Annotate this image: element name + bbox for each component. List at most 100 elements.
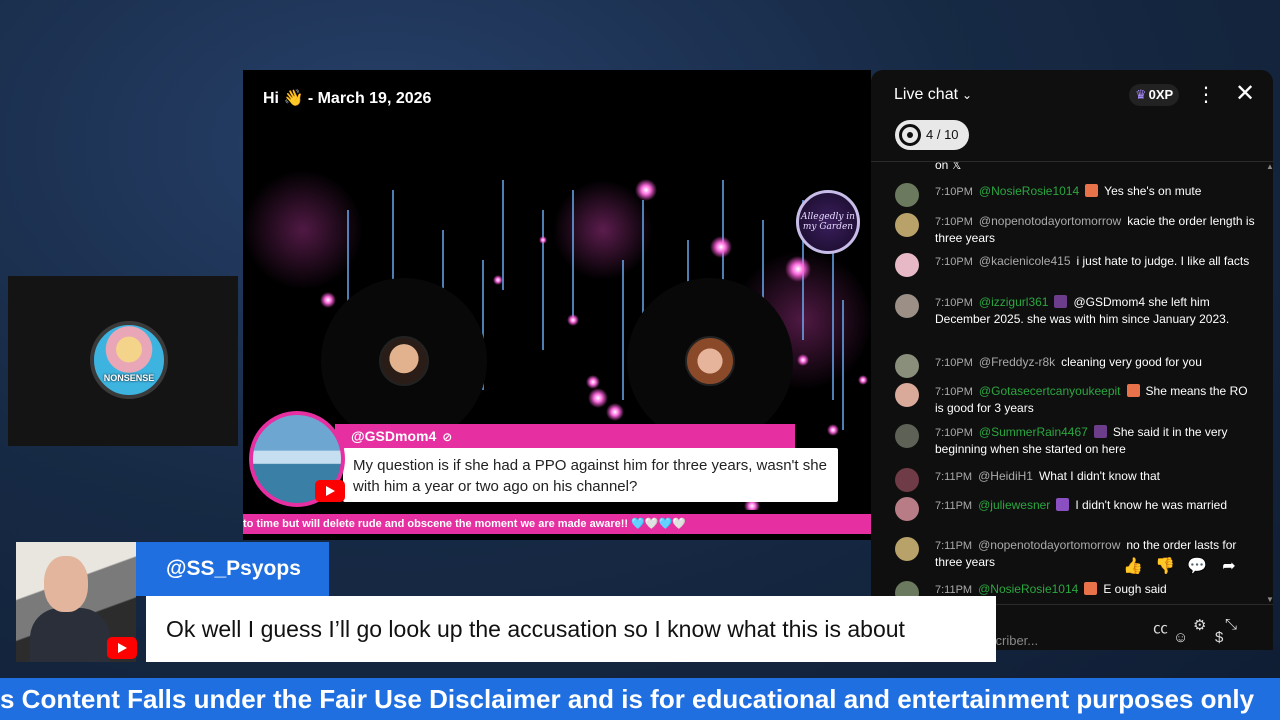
scroll-up-icon[interactable]: ▲ xyxy=(1266,162,1273,171)
chat-timestamp: 7:10PM xyxy=(935,297,973,309)
target-icon xyxy=(899,124,921,146)
captions-icon[interactable]: ㏄ xyxy=(1153,617,1168,638)
chat-avatar[interactable] xyxy=(895,294,919,318)
xp-value: 0XP xyxy=(1148,87,1174,102)
comment-username: @SS_Psyops xyxy=(136,542,329,596)
super-chat-icon[interactable]: $ xyxy=(1215,629,1223,646)
goal-progress-pill[interactable]: 4 / 10 xyxy=(895,120,969,150)
host-avatar-text: NONSENSE xyxy=(103,373,155,383)
chat-input-placeholder: scriber... xyxy=(989,633,1039,648)
chat-avatar[interactable] xyxy=(895,354,919,378)
chat-message[interactable]: 7:10PM @Gotasecertcanyoukeepit She means t… xyxy=(895,383,1255,416)
chevron-down-icon: ⌄ xyxy=(962,88,973,102)
guest-avatar-left xyxy=(379,336,429,386)
chat-avatar[interactable] xyxy=(895,468,919,492)
host-avatar: NONSENSE xyxy=(90,321,168,399)
stream-window: Hi 👋 - March 19, 2026 Allegedly in my Ga… xyxy=(243,70,871,540)
chat-timestamp: 7:10PM xyxy=(935,357,973,369)
thumbs-down-icon[interactable]: 👎 xyxy=(1149,556,1181,576)
chat-author[interactable]: @NosieRosie1014 xyxy=(978,582,1078,596)
chat-author[interactable]: @SummerRain4467 xyxy=(979,425,1088,439)
commenter-head xyxy=(44,556,88,612)
member-badge-icon xyxy=(1085,184,1099,197)
chat-author[interactable]: @nopenotodayortomorrow xyxy=(978,538,1120,552)
thumbs-up-icon[interactable]: 👍 xyxy=(1117,556,1149,576)
close-icon[interactable]: ✕ xyxy=(1235,79,1255,108)
stream-ticker-text: to time but will delete rude and obscene… xyxy=(243,518,686,530)
channel-logo-text: Allegedly in my Garden xyxy=(801,212,855,232)
guest-tile-left xyxy=(321,278,487,444)
chat-author[interactable]: @juliewesner xyxy=(978,498,1050,512)
commenter-body xyxy=(30,608,110,662)
goal-progress-text: 4 / 10 xyxy=(926,127,959,142)
chat-text: What I didn't know that xyxy=(1038,469,1160,483)
live-chat-title: Live chat xyxy=(894,86,959,103)
more-options-icon[interactable]: ⋮ xyxy=(1196,82,1216,107)
settings-gear-icon[interactable]: ⚙ xyxy=(1193,616,1206,634)
chat-author[interactable]: @NosieRosie1014 xyxy=(979,184,1079,198)
guest-tile-right xyxy=(627,278,793,444)
chat-timestamp: 7:11PM xyxy=(935,471,973,483)
chat-message[interactable]: 7:11PM @HeidiH1 What I didn't know that xyxy=(895,468,1255,492)
chat-timestamp: 7:10PM xyxy=(935,216,973,228)
reply-icon[interactable]: 💬 xyxy=(1181,556,1213,576)
chat-avatar[interactable] xyxy=(895,424,919,448)
chat-author[interactable]: @HeidiH1 xyxy=(978,469,1033,483)
chat-avatar[interactable] xyxy=(895,497,919,521)
chat-timestamp: 7:10PM xyxy=(935,386,973,398)
live-chat-panel: Live chat ⌄ ♛ 0XP ⋮ ✕ 4 / 10 on 𝕏 7:10PM @N… xyxy=(871,70,1273,650)
chat-message[interactable]: 7:10PM @kacienicole415 i just hate to judg… xyxy=(895,253,1255,277)
chat-scrollbar[interactable]: ▲ ▼ xyxy=(1266,162,1273,604)
chat-author[interactable]: @nopenotodayortomorrow xyxy=(979,214,1121,228)
chat-text: Yes she's on mute xyxy=(1104,184,1202,198)
question-username-bar: @GSDmom4 ⊘ xyxy=(335,424,795,448)
chat-timestamp: 7:10PM xyxy=(935,427,973,439)
chat-message-list[interactable]: on 𝕏 7:10PM @NosieRosie1014 Yes she's on m… xyxy=(871,162,1266,604)
member-badge-icon xyxy=(1056,498,1070,511)
member-badge-icon xyxy=(1054,295,1068,308)
chat-timestamp: 7:11PM xyxy=(935,584,973,596)
message-actions: 👍 👎 💬 ➦ xyxy=(1117,556,1257,580)
chat-timestamp: 7:10PM xyxy=(935,256,973,268)
chat-message[interactable]: 7:10PM @nopenotodayortomorrow kacie the or… xyxy=(895,213,1255,246)
youtube-icon xyxy=(107,637,137,659)
live-chat-header: Live chat ⌄ ♛ 0XP ⋮ ✕ 4 / 10 xyxy=(871,70,1273,162)
chat-message[interactable]: 7:11PM @juliewesner I didn't know he was m… xyxy=(895,497,1255,521)
exit-fullscreen-icon[interactable]: ⤡ xyxy=(1225,616,1237,633)
share-icon[interactable]: ➦ xyxy=(1213,556,1245,576)
chat-author[interactable]: @izzigurl361 xyxy=(979,295,1049,309)
chat-avatar[interactable] xyxy=(895,253,919,277)
chat-message[interactable]: 7:10PM @SummerRain4467 She said it in the … xyxy=(895,424,1255,457)
chat-message[interactable]: 7:10PM @izzigurl361 @GSDmom4 she left him … xyxy=(895,294,1255,327)
chat-text: I didn't know he was married xyxy=(1075,498,1228,512)
member-badge-icon xyxy=(1126,384,1140,397)
chat-avatar[interactable] xyxy=(895,383,919,407)
member-badge-icon xyxy=(1084,582,1098,595)
chat-text: cleaning very good for you xyxy=(1061,355,1202,369)
chat-text: E ough said xyxy=(1103,582,1167,596)
commenter-webcam xyxy=(16,542,137,662)
chat-author[interactable]: @kacienicole415 xyxy=(979,254,1071,268)
chat-message-fragment: on 𝕏 xyxy=(935,162,962,172)
chat-message[interactable]: 7:10PM @NosieRosie1014 Yes she's on mute xyxy=(895,183,1255,207)
emoji-icon[interactable]: ☺ xyxy=(1173,629,1188,646)
chat-timestamp: 7:11PM xyxy=(935,540,973,552)
live-chat-dropdown[interactable]: Live chat ⌄ xyxy=(894,86,972,104)
chat-avatar[interactable] xyxy=(895,213,919,237)
comment-text: Ok well I guess I’ll go look up the accu… xyxy=(146,596,996,662)
chat-message[interactable]: 7:10PM @Freddyz-r8k cleaning very good for… xyxy=(895,354,1255,378)
crown-icon: ♛ xyxy=(1135,87,1147,102)
chat-text: i just hate to judge. I like all facts xyxy=(1076,254,1250,268)
chat-avatar[interactable] xyxy=(895,183,919,207)
chat-author[interactable]: @Gotasecertcanyoukeepit xyxy=(979,384,1121,398)
question-text: My question is if she had a PPO against … xyxy=(343,448,838,502)
member-badge-icon xyxy=(1093,425,1107,438)
chat-avatar[interactable] xyxy=(895,537,919,561)
chat-author[interactable]: @Freddyz-r8k xyxy=(979,355,1055,369)
scroll-down-icon[interactable]: ▼ xyxy=(1266,595,1273,604)
xp-badge[interactable]: ♛ 0XP xyxy=(1129,84,1180,106)
verified-icon: ⊘ xyxy=(442,430,453,444)
guest-avatar-right xyxy=(685,336,735,386)
channel-logo: Allegedly in my Garden xyxy=(796,190,860,254)
question-username: @GSDmom4 xyxy=(351,428,437,444)
